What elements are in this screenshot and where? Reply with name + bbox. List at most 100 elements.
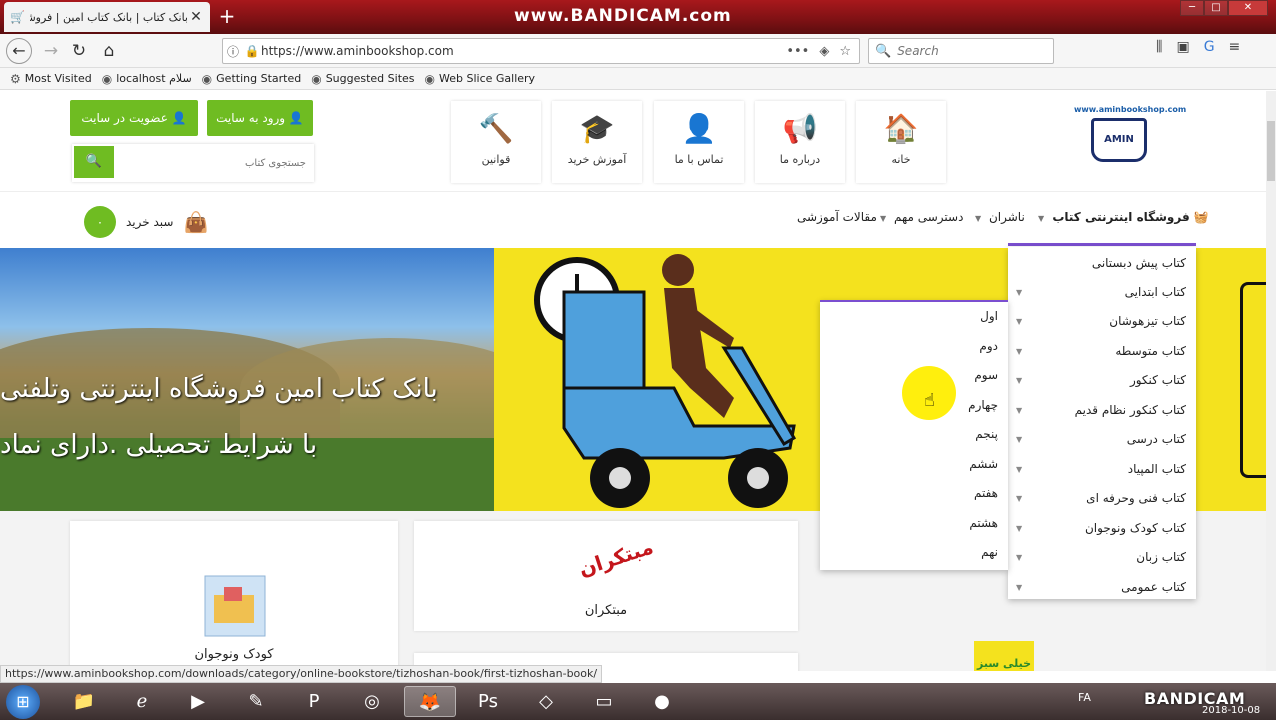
library-icon[interactable]: ⫼	[1156, 39, 1162, 55]
language-indicator[interactable]: FA	[1078, 691, 1091, 704]
bandicam-watermark: www.BANDICAM.com	[514, 6, 732, 26]
dropdown-item[interactable]: کتاب المپیاد ▼	[1008, 455, 1196, 484]
dropdown-item[interactable]: کتاب کودک ونوجوان ▼	[1008, 514, 1196, 543]
shopping-cart[interactable]: ۰ سبد خرید 👜	[84, 206, 208, 238]
new-tab-button[interactable]: +	[216, 5, 238, 27]
bandicam-taskbar-icon[interactable]: ●	[636, 686, 688, 717]
nav-about[interactable]: 📢 درباره ما	[755, 101, 845, 183]
slider-frame	[1240, 282, 1266, 478]
toolbar-icons: ⫼ ▣ G ≡	[1156, 39, 1240, 55]
paint-taskbar-icon[interactable]: ✎	[230, 686, 282, 717]
bookmark-star-icon[interactable]: ☆	[839, 44, 851, 59]
bookmark-most-visited[interactable]: ⚙ Most Visited	[10, 72, 92, 86]
scrollbar-thumb[interactable]	[1267, 121, 1275, 181]
notes-taskbar-icon[interactable]: ◇	[520, 686, 572, 717]
photoshop-taskbar-icon[interactable]: Ps	[462, 686, 514, 717]
globe-icon: ◉	[311, 71, 322, 86]
mobtakeran-logo: مبتکران	[575, 534, 657, 582]
clock-date[interactable]: 2018-10-08	[1202, 705, 1260, 716]
search-icon: 🔍	[85, 154, 103, 169]
url-text[interactable]: https://www.aminbookshop.com	[261, 44, 786, 58]
forward-button[interactable]: →	[38, 39, 64, 63]
dropdown-item[interactable]: کتاب کنکور نظام قدیم ▼	[1008, 396, 1196, 425]
dropdown-item[interactable]: کتاب عمومی ▼	[1008, 573, 1196, 602]
nav-home[interactable]: 🏠 خانه	[856, 101, 946, 183]
explorer-taskbar-icon[interactable]: 📁	[58, 686, 110, 717]
nav-contact[interactable]: 👤 تماس با ما	[654, 101, 744, 183]
dropdown-item[interactable]: کتاب متوسطه ▼	[1008, 337, 1196, 366]
dropdown-item[interactable]: کتاب فنی وحرفه ای ▼	[1008, 484, 1196, 513]
bookmark-localhost[interactable]: ◉ localhost سلام	[102, 72, 192, 86]
publisher-card-mobtakeran[interactable]: مبتکران مبتکران	[414, 521, 798, 631]
submenu-item[interactable]: دوم	[820, 332, 1008, 361]
globe-icon: ◉	[201, 71, 213, 86]
menu-important-access[interactable]: دسترسی مهم ▼	[880, 210, 963, 224]
pocket-icon[interactable]: ◈	[819, 44, 829, 59]
dropdown-item[interactable]: کتاب ابتدایی ▼	[1008, 278, 1196, 307]
menu-publishers[interactable]: ناشران ▼	[975, 210, 1025, 224]
firefox-taskbar-icon[interactable]: 🦊	[404, 686, 456, 717]
grade-submenu: اول دوم سوم چهارم پنجم ششم هفتم هشتم نهم	[820, 300, 1008, 570]
dropdown-item[interactable]: کتاب تیزهوشان ▼	[1008, 307, 1196, 336]
login-button[interactable]: 👤 ورود به سایت	[207, 100, 313, 136]
submenu-item[interactable]: پنجم	[820, 420, 1008, 449]
logo-cart-icon: AMIN	[1091, 118, 1147, 162]
bookmark-web-slice-gallery[interactable]: ◉ Web Slice Gallery	[425, 72, 536, 86]
menu-articles[interactable]: مقالات آموزشی	[797, 210, 877, 224]
submenu-item[interactable]: هفتم	[820, 479, 1008, 508]
close-tab-icon[interactable]: ✕	[188, 9, 204, 25]
start-button[interactable]: ⊞	[6, 685, 40, 719]
chrome-taskbar-icon[interactable]: ◎	[346, 686, 398, 717]
site-logo[interactable]: www.aminbookshop.com AMIN	[1074, 105, 1186, 189]
dropdown-item[interactable]: کتاب زبان ▼	[1008, 543, 1196, 572]
reload-button[interactable]: ↻	[66, 39, 92, 63]
ie-taskbar-icon[interactable]: ℯ	[116, 686, 168, 717]
khili-sabz-logo[interactable]: خیلی سبز	[974, 641, 1034, 671]
back-button[interactable]: ←	[6, 38, 32, 64]
lock-icon: 🔒	[244, 44, 260, 58]
register-button[interactable]: 👤 عضویت در سایت	[70, 100, 198, 136]
nav-rules[interactable]: 🔨 قوانین	[451, 101, 541, 183]
page-actions-icon[interactable]: •••	[786, 44, 809, 59]
banner-subtitle: با شرایط تحصیلی .دارای نماد	[0, 430, 318, 460]
sidebar-icon[interactable]: ▣	[1176, 39, 1189, 55]
powerpoint-taskbar-icon[interactable]: P	[288, 686, 340, 717]
search-button[interactable]: 🔍	[74, 146, 114, 178]
book-search-input[interactable]	[120, 152, 306, 174]
media-taskbar-icon[interactable]: ▶	[172, 686, 224, 717]
page-scrollbar[interactable]	[1266, 91, 1276, 671]
category-card-kids[interactable]: کودک ونوجوان	[70, 521, 398, 671]
submenu-item[interactable]: نهم	[820, 538, 1008, 567]
menu-online-bookstore[interactable]: 🧺 فروشگاه اینترنتی کتاب ▼	[1038, 210, 1209, 224]
browser-search-input[interactable]	[897, 44, 1048, 58]
bookmark-suggested-sites[interactable]: ◉ Suggested Sites	[311, 72, 414, 86]
search-icon: 🔍	[875, 43, 892, 59]
info-icon[interactable]: ⓘ	[223, 43, 243, 60]
active-menu-indicator	[1008, 243, 1196, 246]
maximize-button[interactable]: □	[1204, 0, 1228, 16]
minimize-button[interactable]: ─	[1180, 0, 1204, 16]
monitor-taskbar-icon[interactable]: ▭	[578, 686, 630, 717]
url-bar[interactable]: ⓘ 🔒 https://www.aminbookshop.com ••• ◈ ☆	[222, 38, 860, 64]
translate-icon[interactable]: G	[1204, 39, 1215, 55]
caret-down-icon: ▼	[880, 214, 887, 223]
bookmark-getting-started[interactable]: ◉ Getting Started	[202, 72, 302, 86]
caret-down-icon: ▼	[1016, 524, 1023, 533]
nav-shopping-guide[interactable]: 🎓 آموزش خرید	[552, 101, 642, 183]
submenu-item[interactable]: هشتم	[820, 509, 1008, 538]
browser-tab[interactable]: 🛒 بانک کتاب | بانک کتاب امین | فروشگ ✕	[4, 2, 210, 32]
cart-label: سبد خرید	[126, 215, 174, 229]
dropdown-item[interactable]: کتاب درسی ▼	[1008, 425, 1196, 454]
submenu-item[interactable]: اول	[820, 302, 1008, 331]
banner-landscape[interactable]: بانک کتاب امین فروشگاه اینترنتی وتلفنی ب…	[0, 248, 494, 511]
dropdown-item[interactable]: کتاب پیش دبستانی	[1008, 249, 1196, 278]
home-button[interactable]: ⌂	[96, 39, 122, 63]
caret-down-icon: ▼	[1016, 494, 1023, 503]
submenu-item[interactable]: ششم	[820, 450, 1008, 479]
user-plus-icon: 👤	[171, 111, 187, 125]
menu-icon[interactable]: ≡	[1229, 39, 1241, 55]
browser-search-box[interactable]: 🔍	[868, 38, 1054, 64]
close-window-button[interactable]: ✕	[1228, 0, 1268, 16]
caret-down-icon: ▼	[1016, 435, 1023, 444]
dropdown-item[interactable]: کتاب کنکور ▼	[1008, 366, 1196, 395]
